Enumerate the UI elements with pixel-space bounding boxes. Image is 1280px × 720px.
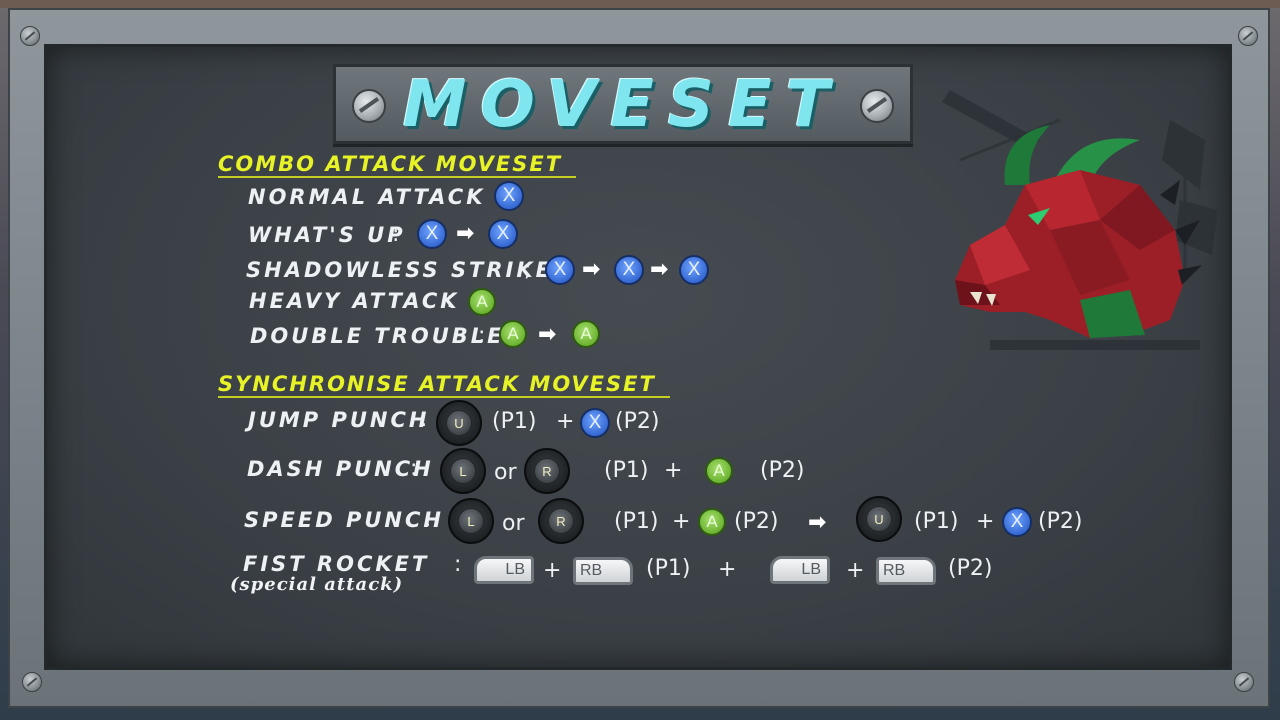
stick-cap-label: U: [446, 410, 472, 436]
plus-sign: +: [672, 509, 691, 534]
left-stick-right-icon: R: [538, 498, 584, 544]
separator: :: [446, 288, 454, 313]
stick-cap-label: R: [534, 458, 560, 484]
dragon-mascot-icon: [942, 90, 1218, 350]
stick-cap-label: R: [548, 508, 574, 534]
player-one-label: (P1): [604, 458, 649, 483]
move-shadowless-strike: SHADOWLESS STRIKE: [246, 258, 553, 282]
corner-screw-icon: [1234, 672, 1254, 692]
separator: :: [466, 184, 474, 209]
left-stick-left-icon: L: [448, 498, 494, 544]
page-title: MOVESET: [402, 68, 844, 142]
lb-bumper-icon: LB: [770, 556, 830, 584]
player-one-label: (P1): [492, 409, 537, 434]
separator: :: [420, 407, 428, 432]
move-jump-punch: JUMP PUNCH: [248, 408, 430, 432]
left-stick-up-icon: U: [856, 496, 902, 542]
title-plate: MOVESET: [333, 64, 913, 144]
move-double-trouble: DOUBLE TROUBLE: [250, 324, 505, 348]
plus-sign: +: [543, 558, 562, 583]
or-label: or: [494, 460, 517, 485]
x-button-icon: X: [417, 219, 447, 249]
x-button-icon: X: [1002, 507, 1032, 537]
player-two-label: (P2): [615, 409, 660, 434]
x-button-icon: X: [494, 181, 524, 211]
a-button-icon: A: [698, 508, 726, 536]
corner-screw-icon: [22, 672, 42, 692]
stick-cap-label: U: [866, 506, 892, 532]
move-speed-punch: SPEED PUNCH: [244, 508, 444, 532]
move-whats-up: WHAT'S UP: [248, 223, 406, 247]
move-dash-punch: DASH PUNCH: [247, 457, 434, 481]
left-stick-left-icon: L: [440, 448, 486, 494]
stick-cap-label: L: [458, 508, 484, 534]
arrow-right-icon: ➡: [538, 322, 557, 347]
move-fist-rocket-sublabel: (special attack): [230, 574, 404, 595]
lb-bumper-icon: LB: [474, 556, 534, 584]
player-two-label: (P2): [1038, 509, 1083, 534]
stick-cap-label: L: [450, 458, 476, 484]
arrow-right-icon: ➡: [808, 510, 827, 535]
x-button-icon: X: [580, 408, 610, 438]
screw-icon: [860, 89, 894, 123]
arrow-right-icon: ➡: [650, 257, 669, 282]
plus-sign: +: [664, 458, 683, 483]
separator: :: [478, 323, 486, 348]
screw-icon: [352, 89, 386, 123]
plus-sign: +: [718, 557, 737, 582]
separator: :: [424, 507, 432, 532]
sync-heading: SYNCHRONISE ATTACK MOVESET: [218, 372, 670, 398]
player-two-label: (P2): [734, 509, 779, 534]
a-button-icon: A: [468, 288, 496, 316]
x-button-icon: X: [545, 255, 575, 285]
player-two-label: (P2): [760, 458, 805, 483]
a-button-icon: A: [705, 457, 733, 485]
player-one-label: (P1): [914, 509, 959, 534]
combo-heading: COMBO ATTACK MOVESET: [218, 152, 577, 178]
plus-sign: +: [976, 509, 995, 534]
a-button-icon: A: [572, 320, 600, 348]
separator: :: [454, 552, 462, 577]
rb-bumper-icon: RB: [876, 557, 936, 585]
left-stick-up-icon: U: [436, 400, 482, 446]
backdrop-strip-top: [0, 0, 1280, 8]
arrow-right-icon: ➡: [582, 257, 601, 282]
separator: :: [410, 456, 418, 481]
x-button-icon: X: [488, 219, 518, 249]
arrow-right-icon: ➡: [456, 221, 475, 246]
left-stick-right-icon: R: [524, 448, 570, 494]
separator: :: [392, 222, 400, 247]
separator: ;: [524, 257, 532, 282]
corner-screw-icon: [20, 26, 40, 46]
plus-sign: +: [846, 558, 865, 583]
corner-screw-icon: [1238, 26, 1258, 46]
rb-bumper-icon: RB: [573, 557, 633, 585]
x-button-icon: X: [614, 255, 644, 285]
x-button-icon: X: [679, 255, 709, 285]
player-one-label: (P1): [614, 509, 659, 534]
a-button-icon: A: [499, 320, 527, 348]
move-heavy-attack: HEAVY ATTACK: [249, 289, 460, 313]
player-two-label: (P2): [948, 556, 993, 581]
move-normal-attack: NORMAL ATTACK: [248, 185, 486, 209]
player-one-label: (P1): [646, 556, 691, 581]
plus-sign: +: [556, 409, 575, 434]
or-label: or: [502, 511, 525, 536]
